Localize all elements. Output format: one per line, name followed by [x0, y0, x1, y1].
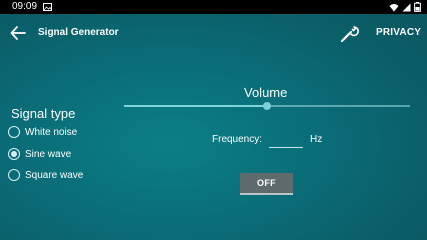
- radio-label-square-wave: Square wave: [25, 169, 84, 181]
- app-bar: Signal Generator PRIVACY: [0, 14, 427, 52]
- volume-label: Volume: [244, 85, 288, 100]
- radio-square-wave[interactable]: Square wave: [8, 167, 83, 183]
- signal-icon: [402, 3, 411, 11]
- volume-slider-fill: [124, 105, 267, 107]
- radio-white-noise[interactable]: White noise: [8, 124, 77, 140]
- battery-icon: [414, 2, 421, 12]
- wrench-icon[interactable]: [340, 23, 360, 43]
- wifi-icon: [389, 3, 399, 11]
- status-bar: 09:09: [0, 0, 427, 14]
- radio-button[interactable]: [8, 126, 20, 138]
- radio-button[interactable]: [8, 148, 20, 160]
- volume-slider[interactable]: [124, 100, 410, 112]
- radio-label-sine-wave: Sine wave: [25, 148, 72, 160]
- radio-label-white-noise: White noise: [25, 126, 78, 138]
- radio-button[interactable]: [8, 169, 20, 181]
- back-arrow-icon[interactable]: [10, 26, 26, 40]
- off-toggle-button[interactable]: OFF: [240, 173, 293, 195]
- frequency-input[interactable]: [269, 131, 303, 148]
- image-icon: [43, 3, 52, 11]
- privacy-button[interactable]: PRIVACY: [376, 27, 421, 38]
- app-title: Signal Generator: [38, 27, 119, 38]
- volume-slider-thumb[interactable]: [263, 102, 271, 110]
- signal-type-label: Signal type: [11, 106, 76, 121]
- frequency-label: Frequency:: [212, 134, 263, 145]
- frequency-unit: Hz: [310, 134, 323, 145]
- status-time: 09:09: [12, 1, 38, 12]
- radio-sine-wave[interactable]: Sine wave: [8, 146, 71, 162]
- status-icons: [389, 2, 421, 12]
